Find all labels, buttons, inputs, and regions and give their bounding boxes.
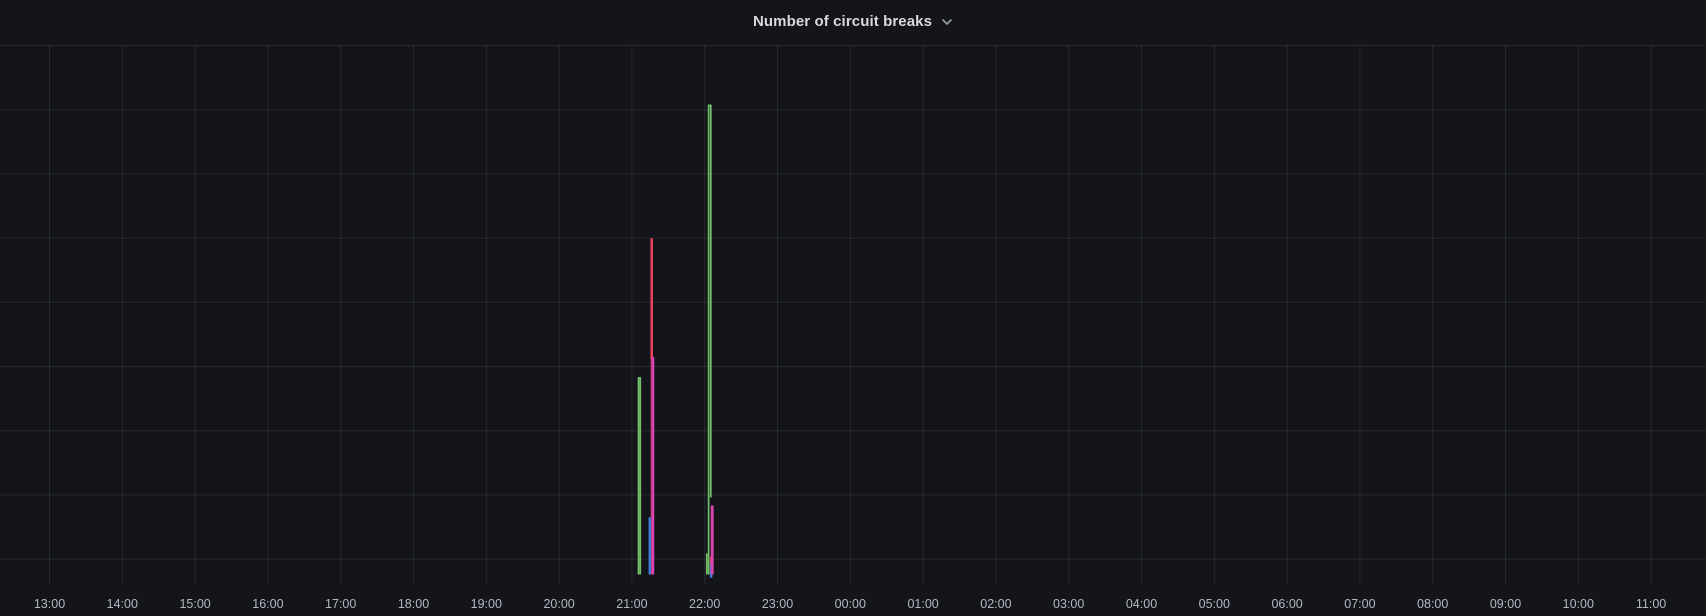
x-axis-label: 00:00 — [835, 597, 866, 611]
series-line-blue — [649, 518, 650, 575]
x-axis-label: 08:00 — [1417, 597, 1448, 611]
x-axis-label: 18:00 — [398, 597, 429, 611]
panel-title: Number of circuit breaks — [753, 13, 932, 30]
chart-canvas[interactable]: 13:00 14:00 15:00 16:00 17:00 18:00 19:00 20:00… — [0, 0, 1706, 616]
x-axis-label: 17:00 — [325, 597, 356, 611]
chevron-down-icon — [941, 18, 953, 26]
x-axis-label: 03:00 — [1053, 597, 1084, 611]
x-axis-label: 16:00 — [252, 597, 283, 611]
panel-header: Number of circuit breaks — [0, 0, 1706, 42]
x-axis-label: 13:00 — [34, 597, 65, 611]
series-line-red — [651, 239, 652, 359]
x-axis-label: 14:00 — [107, 597, 138, 611]
x-axis-label: 06:00 — [1271, 597, 1302, 611]
x-axis-label: 20:00 — [543, 597, 574, 611]
series-line-magenta — [712, 506, 713, 574]
grafana-panel: Number of circuit breaks 13:00 14:00 15:00… — [0, 0, 1706, 616]
x-axis-label: 09:00 — [1490, 597, 1521, 611]
series-line-green — [709, 105, 711, 574]
x-axis-label: 10:00 — [1563, 597, 1594, 611]
x-axis-label: 21:00 — [616, 597, 647, 611]
series-line-green — [639, 378, 641, 575]
x-axis-label: 19:00 — [471, 597, 502, 611]
x-axis-label: 23:00 — [762, 597, 793, 611]
x-axis-label: 22:00 — [689, 597, 720, 611]
panel-title-menu[interactable]: Number of circuit breaks — [747, 9, 959, 34]
x-axis-label: 05:00 — [1199, 597, 1230, 611]
x-axis-label: 11:00 — [1636, 597, 1666, 611]
series-line-magenta — [652, 358, 653, 575]
x-axis-label: 01:00 — [907, 597, 938, 611]
x-axis-label: 15:00 — [179, 597, 210, 611]
x-axis-label: 02:00 — [980, 597, 1011, 611]
x-axis-label: 07:00 — [1344, 597, 1375, 611]
x-axis-label: 04:00 — [1126, 597, 1157, 611]
